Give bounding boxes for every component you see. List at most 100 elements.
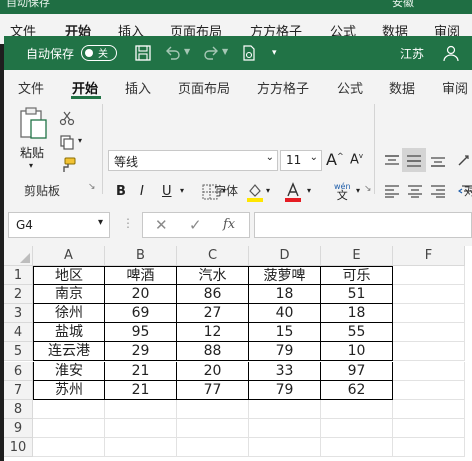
redo-icon[interactable]: [202, 44, 220, 62]
cut-icon[interactable]: [59, 110, 75, 126]
insert-function-icon[interactable]: fx: [223, 217, 235, 232]
save-icon[interactable]: [134, 44, 152, 62]
copy-icon[interactable]: [59, 134, 75, 150]
cell-b7[interactable]: 21: [105, 380, 177, 400]
cell-f7[interactable]: [393, 380, 465, 400]
cell-a7[interactable]: 苏州: [33, 380, 105, 400]
align-top-icon[interactable]: [384, 154, 400, 168]
user-icon[interactable]: [442, 44, 460, 62]
enter-icon[interactable]: ✓: [189, 216, 202, 234]
cell-b6[interactable]: 21: [105, 361, 177, 381]
row-header-4[interactable]: 4: [4, 323, 33, 343]
tab-fangfang[interactable]: 方方格子: [257, 78, 309, 97]
tab-home[interactable]: 开始: [72, 78, 98, 97]
cell-c10[interactable]: [177, 437, 249, 457]
cell-a1[interactable]: 地区: [33, 266, 105, 286]
cell-b10[interactable]: [105, 437, 177, 457]
redo-dropdown-icon[interactable]: ▼: [222, 47, 228, 56]
bold-button[interactable]: B: [116, 184, 126, 199]
cell-f4[interactable]: [393, 323, 465, 343]
cell-c5[interactable]: 88: [177, 342, 249, 362]
align-center-icon[interactable]: [407, 184, 423, 198]
paste-button[interactable]: 粘贴 ▾: [18, 106, 48, 170]
cell-b8[interactable]: [105, 399, 177, 419]
cell-f5[interactable]: [393, 342, 465, 362]
cell-a8[interactable]: [33, 399, 105, 419]
cell-d3[interactable]: 40: [249, 304, 321, 324]
fill-color-dropdown-icon[interactable]: ▾: [266, 186, 270, 195]
font-size-dropdown-icon[interactable]: ⌄: [310, 152, 318, 163]
cell-e9[interactable]: [321, 418, 393, 438]
column-header-d[interactable]: D: [249, 246, 321, 266]
cell-a3[interactable]: 徐州: [33, 304, 105, 324]
format-painter-icon[interactable]: [59, 156, 77, 174]
font-size-box[interactable]: 11 ⌄: [280, 150, 322, 171]
cell-a4[interactable]: 盐城: [33, 323, 105, 343]
cell-e8[interactable]: [321, 399, 393, 419]
formula-input[interactable]: [254, 212, 472, 238]
cell-b4[interactable]: 95: [105, 323, 177, 343]
cell-f3[interactable]: [393, 304, 465, 324]
tab-page-layout[interactable]: 页面布局: [178, 78, 230, 97]
cell-b1[interactable]: 啤酒: [105, 266, 177, 286]
cell-d6[interactable]: 33: [249, 361, 321, 381]
worksheet-grid[interactable]: A B C D E F 1 地区 啤酒 汽水 菠萝啤 可乐 2 南京 20 86 18 51 3 徐州 69 27 40 18…: [4, 246, 472, 461]
cell-e7[interactable]: 62: [321, 380, 393, 400]
align-bottom-icon[interactable]: [430, 154, 446, 168]
cell-e6[interactable]: 97: [321, 361, 393, 381]
autosave-toggle[interactable]: 关: [81, 45, 117, 61]
cell-a2[interactable]: 南京: [33, 285, 105, 305]
underline-dropdown-icon[interactable]: ▾: [180, 186, 184, 195]
name-box[interactable]: G4 ▾: [8, 212, 110, 238]
cell-e4[interactable]: 55: [321, 323, 393, 343]
cell-d4[interactable]: 15: [249, 323, 321, 343]
orientation-icon[interactable]: [456, 152, 472, 168]
row-header-3[interactable]: 3: [4, 304, 33, 324]
tab-insert[interactable]: 插入: [125, 78, 151, 97]
italic-button[interactable]: I: [140, 184, 144, 199]
cell-d9[interactable]: [249, 418, 321, 438]
tab-formulas[interactable]: 公式: [337, 78, 363, 97]
cell-b9[interactable]: [105, 418, 177, 438]
cell-b2[interactable]: 20: [105, 285, 177, 305]
phonetic-guide-button[interactable]: wén 文: [334, 182, 351, 201]
cell-f8[interactable]: [393, 399, 465, 419]
phonetic-dropdown-icon[interactable]: ▾: [356, 186, 360, 195]
paste-dropdown-icon[interactable]: ▾: [29, 161, 48, 170]
cell-d7[interactable]: 79: [249, 380, 321, 400]
select-all-button[interactable]: [4, 246, 33, 266]
cell-c3[interactable]: 27: [177, 304, 249, 324]
cell-c6[interactable]: 20: [177, 361, 249, 381]
align-right-icon[interactable]: [430, 184, 446, 198]
cell-d2[interactable]: 18: [249, 285, 321, 305]
row-header-6[interactable]: 6: [4, 361, 33, 381]
cell-c1[interactable]: 汽水: [177, 266, 249, 286]
font-color-icon[interactable]: [284, 182, 302, 202]
cell-c9[interactable]: [177, 418, 249, 438]
cell-c4[interactable]: 12: [177, 323, 249, 343]
decrease-font-button[interactable]: Av: [350, 152, 363, 167]
increase-font-button[interactable]: A^: [326, 150, 344, 169]
cell-e1[interactable]: 可乐: [321, 266, 393, 286]
column-header-a[interactable]: A: [33, 246, 105, 266]
name-box-dropdown-icon[interactable]: ▾: [98, 217, 103, 228]
cell-a6[interactable]: 淮安: [33, 361, 105, 381]
cell-b3[interactable]: 69: [105, 304, 177, 324]
row-header-5[interactable]: 5: [4, 342, 33, 362]
row-header-2[interactable]: 2: [4, 285, 33, 305]
column-header-f[interactable]: F: [393, 246, 465, 266]
row-header-1[interactable]: 1: [4, 266, 33, 286]
cell-f2[interactable]: [393, 285, 465, 305]
cell-f6[interactable]: [393, 361, 465, 381]
cell-e10[interactable]: [321, 437, 393, 457]
cell-f9[interactable]: [393, 418, 465, 438]
align-left-icon[interactable]: [384, 184, 400, 198]
cell-c7[interactable]: 77: [177, 380, 249, 400]
cell-e2[interactable]: 51: [321, 285, 393, 305]
align-middle-button[interactable]: [402, 148, 426, 172]
cell-d1[interactable]: 菠萝啤: [249, 266, 321, 286]
cell-b5[interactable]: 29: [105, 342, 177, 362]
cell-d10[interactable]: [249, 437, 321, 457]
copy-dropdown-icon[interactable]: ▾: [78, 136, 82, 145]
print-preview-icon[interactable]: [240, 44, 258, 62]
